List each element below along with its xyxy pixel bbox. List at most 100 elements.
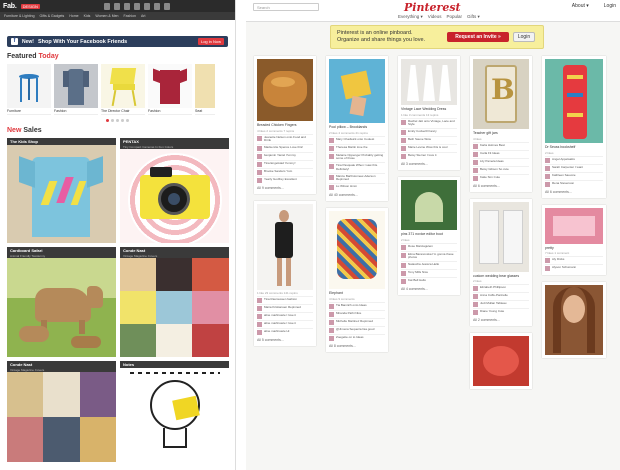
menu-videos[interactable]: Videos	[428, 14, 442, 20]
avatar[interactable]	[329, 164, 334, 170]
avatar[interactable]	[257, 146, 262, 152]
avatar[interactable]	[257, 178, 262, 184]
avatar[interactable]	[401, 263, 406, 269]
avatar[interactable]	[329, 303, 334, 309]
carousel-dot[interactable]	[116, 119, 119, 122]
avatar[interactable]	[401, 138, 406, 144]
pin-card[interactable]: 1 like 23 comments 141 repins Tina Rasmu…	[254, 201, 316, 347]
avatar[interactable]	[545, 157, 550, 163]
menu-gifts[interactable]: Gifts ▾	[467, 14, 480, 20]
nav-item[interactable]: Gifts & Gadgets	[40, 14, 65, 18]
pin-card[interactable]	[470, 333, 532, 389]
avatar[interactable]	[329, 174, 334, 180]
sale-card[interactable]: Conde Nast Vintage Magazine Covers	[120, 247, 229, 357]
avatar[interactable]	[257, 298, 262, 304]
about-menu[interactable]: About ▾	[572, 3, 589, 9]
featured-item[interactable]: The Director Chair	[101, 64, 145, 115]
pin-card[interactable]: custom wedding bear glasses 2 likes Eliz…	[470, 198, 532, 326]
fab-logo[interactable]: Fab.	[3, 3, 17, 10]
avatar[interactable]	[329, 327, 334, 333]
pin-card[interactable]: Dr Seuss bookshelf 2 likes Angel Appelsa…	[542, 56, 606, 198]
avatar[interactable]	[257, 314, 262, 320]
carousel-dot[interactable]	[106, 119, 109, 122]
gift-icon[interactable]	[153, 2, 160, 10]
pin-card[interactable]: Breaded Chicken Fingers 4 likes 2 commen…	[254, 56, 316, 195]
pin-card[interactable]: Pool pillow – Brooklands 2 likes 4 comme…	[326, 56, 388, 202]
avatar[interactable]	[257, 322, 262, 328]
sale-card[interactable]: Notes	[120, 361, 229, 462]
pin-card[interactable]: pins 371 novice editor boot 2 likes Rose…	[398, 177, 460, 296]
nav-item[interactable]: Fashion	[124, 14, 136, 18]
facebook-login-button[interactable]: Log in Now	[197, 38, 224, 45]
pin-card[interactable]: pretty 7 likes 1 comment Aly Dicks Alyso…	[542, 204, 606, 275]
featured-item[interactable]: Seat	[195, 64, 215, 115]
avatar[interactable]	[257, 135, 262, 141]
sale-card[interactable]: PENTAX Tiny Compact Cameras In Fun Color…	[120, 138, 229, 243]
avatar[interactable]	[545, 266, 550, 271]
menu-icon[interactable]	[143, 2, 150, 10]
pinterest-logo[interactable]: Pinterest	[404, 1, 461, 14]
all-comments-link[interactable]: All 8 comments...	[329, 342, 385, 349]
all-comments-link[interactable]: All 6 comments...	[473, 182, 529, 189]
avatar[interactable]	[473, 167, 478, 173]
nav-item[interactable]: Home	[69, 14, 78, 18]
avatar[interactable]	[329, 137, 334, 143]
avatar[interactable]	[473, 175, 478, 181]
avatar[interactable]	[545, 165, 550, 171]
avatar[interactable]	[473, 159, 478, 165]
featured-item[interactable]: Fashion	[148, 64, 192, 115]
avatar[interactable]	[257, 154, 262, 160]
avatar[interactable]	[401, 130, 406, 136]
avatar[interactable]	[401, 271, 406, 277]
avatar[interactable]	[257, 162, 262, 168]
menu-everything[interactable]: Everything ▾	[398, 14, 423, 20]
avatar[interactable]	[473, 143, 478, 149]
pin-card[interactable]	[542, 282, 606, 358]
nav-item[interactable]: Furniture & Lighting	[4, 14, 35, 18]
avatar[interactable]	[257, 170, 262, 176]
avatar[interactable]	[329, 311, 334, 317]
all-comments-link[interactable]: All 40 comments...	[329, 191, 385, 198]
avatar[interactable]	[257, 330, 262, 336]
carousel-dot[interactable]	[121, 119, 124, 122]
bell-icon[interactable]	[133, 2, 140, 10]
header-login-link[interactable]: Login	[604, 3, 616, 9]
avatar[interactable]	[473, 294, 478, 299]
all-comments-link[interactable]: All 3 comments...	[401, 160, 457, 167]
avatar[interactable]	[401, 146, 406, 152]
nav-item[interactable]: Art	[141, 14, 145, 18]
all-comments-link[interactable]: All 4 comments...	[401, 285, 457, 292]
avatar[interactable]	[257, 306, 262, 312]
avatar[interactable]	[473, 302, 478, 307]
invite-login-button[interactable]: Login	[513, 32, 535, 42]
avatar[interactable]	[473, 310, 478, 315]
avatar[interactable]	[329, 335, 334, 341]
featured-item[interactable]: Fashion	[54, 64, 98, 115]
heart-icon[interactable]	[123, 2, 130, 10]
all-comments-link[interactable]: All 6 comments...	[545, 188, 603, 195]
sale-card[interactable]: The Kids Shop	[7, 138, 116, 243]
carousel-dot[interactable]	[111, 119, 114, 122]
sale-card[interactable]: Cardboard Safari Animal Friendly Taxider…	[7, 247, 116, 357]
facebook-banner[interactable]: f New! Shop With Your Facebook Friends L…	[7, 36, 228, 47]
avatar[interactable]	[401, 119, 406, 125]
pin-card[interactable]: Elephant 4 likes 9 comments Tia Bamitch …	[326, 208, 388, 352]
nav-item[interactable]: Women & Men	[95, 14, 118, 18]
avatar[interactable]	[329, 153, 334, 159]
avatar[interactable]	[401, 244, 406, 250]
avatar[interactable]	[545, 173, 550, 179]
avatar[interactable]	[329, 319, 334, 325]
carousel-dots[interactable]	[0, 119, 235, 122]
avatar[interactable]	[545, 181, 550, 187]
menu-popular[interactable]: Popular	[446, 14, 462, 20]
sale-card[interactable]: Conde Nast Vintage Magazine Covers	[7, 361, 116, 462]
user-icon[interactable]	[113, 2, 120, 10]
avatar[interactable]	[329, 185, 334, 191]
request-invite-button[interactable]: Request an Invite »	[447, 32, 509, 42]
featured-item[interactable]: Furniture	[7, 64, 51, 115]
pin-card[interactable]: B Teacher gift jars 4 likes Karla Holmes…	[470, 56, 532, 192]
avatar[interactable]	[401, 154, 406, 160]
pin-card[interactable]: Vintage Lace Wedding Dress 1 like 3 comm…	[398, 56, 460, 171]
settings-icon[interactable]	[163, 2, 170, 10]
carousel-dot[interactable]	[126, 119, 129, 122]
